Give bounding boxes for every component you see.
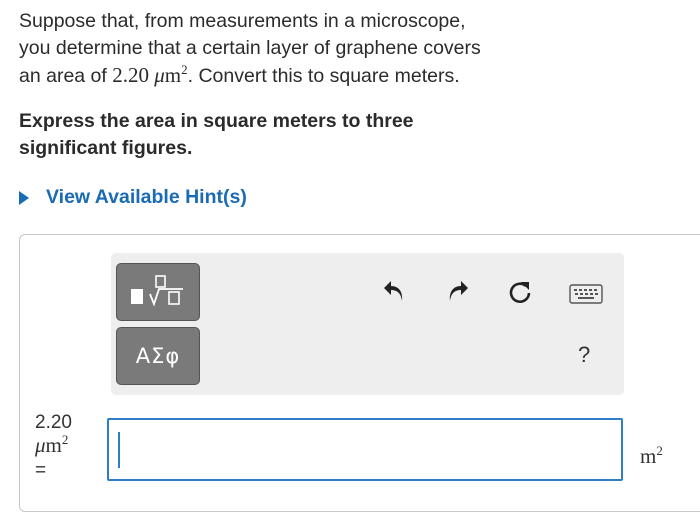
templates-icon	[131, 275, 183, 307]
answer-input[interactable]	[123, 426, 617, 476]
area-value: 2.20 μm2	[112, 63, 187, 87]
area-number: 2.20	[112, 63, 149, 87]
reset-button[interactable]	[506, 278, 534, 306]
view-hints-label: View Available Hint(s)	[46, 186, 247, 208]
instruction-text: Express the area in square meters to thr…	[19, 108, 539, 162]
view-hints-link[interactable]: View Available Hint(s)	[19, 186, 247, 209]
undo-button[interactable]	[380, 278, 408, 306]
help-button[interactable]: ?	[578, 342, 590, 368]
keyboard-icon	[569, 284, 603, 304]
answer-unit-m: m	[640, 444, 657, 468]
area-unit-m: m	[164, 63, 182, 87]
answer-unit: m2	[640, 444, 663, 469]
greek-symbols-label: ΑΣφ	[135, 344, 181, 368]
undo-icon	[384, 281, 403, 301]
lhs-value: 2.20	[35, 412, 72, 433]
reset-icon	[509, 282, 531, 303]
help-icon: ?	[578, 342, 591, 367]
question-text: Suppose that, from measurements in a mic…	[19, 8, 579, 90]
redo-button[interactable]	[444, 278, 472, 306]
lhs-unit: μm2	[35, 432, 72, 457]
question-line-3-prefix: an area of	[19, 65, 113, 87]
question-line-1: Suppose that, from measurements in a mic…	[19, 10, 466, 32]
answer-input-box[interactable]	[107, 418, 623, 481]
equals-sign: =	[35, 460, 47, 481]
expand-triangle-icon	[19, 190, 29, 205]
text-cursor	[118, 432, 120, 468]
instruction-line-1: Express the area in square meters to thr…	[19, 110, 414, 132]
question-line-3-suffix: . Convert this to square meters.	[187, 65, 460, 87]
keyboard-button[interactable]	[568, 283, 604, 305]
redo-icon	[449, 281, 468, 301]
question-line-3: an area of 2.20 μm2. Convert this to squ…	[19, 62, 579, 90]
answer-unit-exponent: 2	[656, 443, 663, 458]
question-line-2: you determine that a certain layer of gr…	[19, 37, 481, 59]
equation-lhs: 2.20 μm2 =	[35, 412, 72, 482]
lhs-unit-m: m	[45, 433, 62, 457]
lhs-unit-mu: μ	[35, 433, 46, 457]
instruction-line-2: significant figures.	[19, 137, 193, 159]
templates-button[interactable]	[116, 263, 200, 321]
greek-symbols-button[interactable]: ΑΣφ	[116, 327, 200, 385]
lhs-unit-exponent: 2	[61, 432, 69, 447]
area-unit-mu: μ	[154, 63, 165, 87]
